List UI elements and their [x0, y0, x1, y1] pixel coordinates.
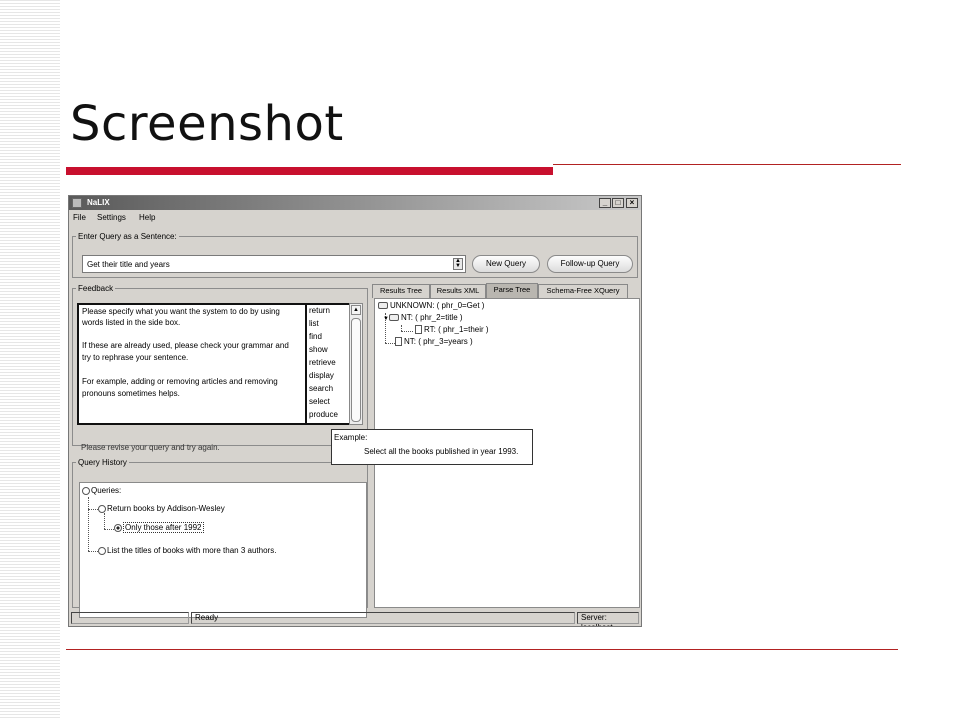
query-input[interactable]: Get their title and years ▲ ▼	[82, 255, 466, 273]
document-icon	[415, 325, 422, 335]
title-underline-accent	[66, 167, 553, 175]
history-item-label: List the titles of books with more than …	[107, 546, 277, 555]
tree-connector	[104, 513, 105, 529]
parse-node-label: NT: ( phr_3=years )	[404, 337, 473, 346]
command-word[interactable]: list	[309, 319, 319, 328]
history-root[interactable]: Queries:	[82, 486, 121, 495]
radio-icon[interactable]	[98, 504, 106, 513]
feedback-status-text: Please revise your query and try again.	[81, 443, 220, 452]
tooltip-label: Example:	[334, 433, 368, 442]
query-legend: Enter Query as a Sentence:	[78, 232, 177, 241]
history-item-label: Only those after 1992	[123, 522, 204, 533]
nalix-window: NaLIX _ □ × File Settings Help Enter Que…	[68, 195, 642, 627]
query-history-tree: Queries: Return books by Addison-Wesley …	[79, 482, 367, 618]
server-status: Server: localhost	[577, 612, 639, 626]
history-root-label: Queries:	[91, 486, 122, 495]
document-icon	[395, 337, 402, 347]
tab-parse-tree[interactable]: Parse Tree	[486, 283, 538, 298]
feedback-line: If these are already used, please check …	[82, 341, 289, 350]
new-query-button[interactable]: New Query	[472, 255, 540, 273]
radio-icon[interactable]	[98, 546, 106, 555]
menu-help[interactable]: Help	[139, 213, 155, 222]
history-item[interactable]: List the titles of books with more than …	[98, 546, 276, 555]
feedback-line: words listed in the side box.	[82, 318, 181, 327]
command-word[interactable]: retrieve	[309, 358, 336, 367]
history-item-label: Return books by Addison-Wesley	[107, 504, 225, 513]
command-words-list: return list find show retrieve display s…	[307, 303, 349, 425]
tree-connector	[88, 509, 98, 510]
query-history-legend: Query History	[78, 458, 127, 467]
parse-node[interactable]: ▼ NT: ( phr_2=title )	[383, 313, 463, 322]
maximize-button[interactable]: □	[612, 198, 624, 208]
parse-node-label: RT: ( phr_1=their )	[424, 325, 489, 334]
query-history-group: Query History Queries: Return books by A…	[72, 458, 368, 618]
scroll-thumb[interactable]	[351, 318, 361, 422]
followup-query-button[interactable]: Follow-up Query	[547, 255, 633, 273]
tree-connector	[385, 343, 395, 344]
command-word[interactable]: find	[309, 332, 322, 341]
parse-node[interactable]: NT: ( phr_3=years )	[395, 337, 473, 347]
parse-node-root[interactable]: UNKNOWN: ( phr_0=Get )	[378, 301, 484, 310]
tab-results-xml[interactable]: Results XML	[430, 284, 486, 298]
tab-results-tree[interactable]: Results Tree	[372, 284, 430, 298]
parse-node-label: NT: ( phr_2=title )	[400, 313, 463, 322]
command-word[interactable]: show	[309, 345, 328, 354]
history-item[interactable]: Return books by Addison-Wesley	[98, 504, 225, 513]
query-group: Enter Query as a Sentence: Get their tit…	[72, 232, 638, 278]
tree-connector	[401, 331, 413, 332]
scroll-up-icon[interactable]: ▲	[351, 305, 361, 315]
minimize-button[interactable]: _	[599, 198, 611, 208]
menu-settings[interactable]: Settings	[97, 213, 126, 222]
menu-bar: File Settings Help	[69, 210, 641, 224]
feedback-line: Please specify what you want the system …	[82, 307, 280, 316]
feedback-line: pronouns sometimes helps.	[82, 389, 180, 398]
feedback-legend: Feedback	[78, 284, 114, 293]
menu-file[interactable]: File	[73, 213, 86, 222]
feedback-message-box: Please specify what you want the system …	[77, 303, 307, 425]
tree-connector	[104, 529, 114, 530]
title-underline-rule	[553, 164, 901, 165]
app-icon	[72, 198, 82, 208]
status-left	[71, 612, 189, 624]
status-bar: Ready Server: localhost	[69, 610, 641, 626]
command-word[interactable]: search	[309, 384, 333, 393]
folder-icon	[378, 302, 388, 310]
window-titlebar[interactable]: NaLIX _ □ ×	[69, 196, 641, 210]
tree-connector	[88, 497, 89, 551]
command-word[interactable]: select	[309, 397, 330, 406]
feedback-group: Feedback Please specify what you want th…	[72, 284, 368, 452]
close-button[interactable]: ×	[626, 198, 638, 208]
history-item-selected[interactable]: Only those after 1992	[114, 522, 204, 533]
tooltip-text: Select all the books published in year 1…	[364, 447, 519, 456]
footer-rule	[66, 649, 898, 650]
tree-connector	[88, 551, 98, 552]
radio-icon[interactable]	[82, 486, 90, 495]
status-message: Ready	[191, 612, 575, 624]
slide-title: Screenshot	[70, 96, 344, 152]
feedback-line: try to rephrase your sentence.	[82, 353, 189, 362]
command-word[interactable]: produce	[309, 410, 338, 419]
folder-icon	[388, 314, 399, 322]
command-word[interactable]: return	[309, 306, 330, 315]
parse-node-label: UNKNOWN: ( phr_0=Get )	[390, 301, 485, 310]
command-words-scrollbar[interactable]: ▲	[349, 303, 363, 425]
combo-spinner-icon[interactable]: ▲ ▼	[453, 258, 463, 270]
result-tabs: Results Tree Results XML Parse Tree Sche…	[372, 283, 640, 298]
query-input-value: Get their title and years	[87, 260, 170, 269]
feedback-line: For example, adding or removing articles…	[82, 377, 278, 386]
window-title: NaLIX	[87, 198, 110, 207]
radio-selected-icon[interactable]	[114, 523, 122, 532]
command-word[interactable]: display	[309, 371, 334, 380]
parse-node[interactable]: RT: ( phr_1=their )	[415, 325, 489, 335]
tab-schema-free-xquery[interactable]: Schema-Free XQuery	[538, 284, 628, 298]
example-tooltip: Example: Select all the books published …	[331, 429, 533, 465]
